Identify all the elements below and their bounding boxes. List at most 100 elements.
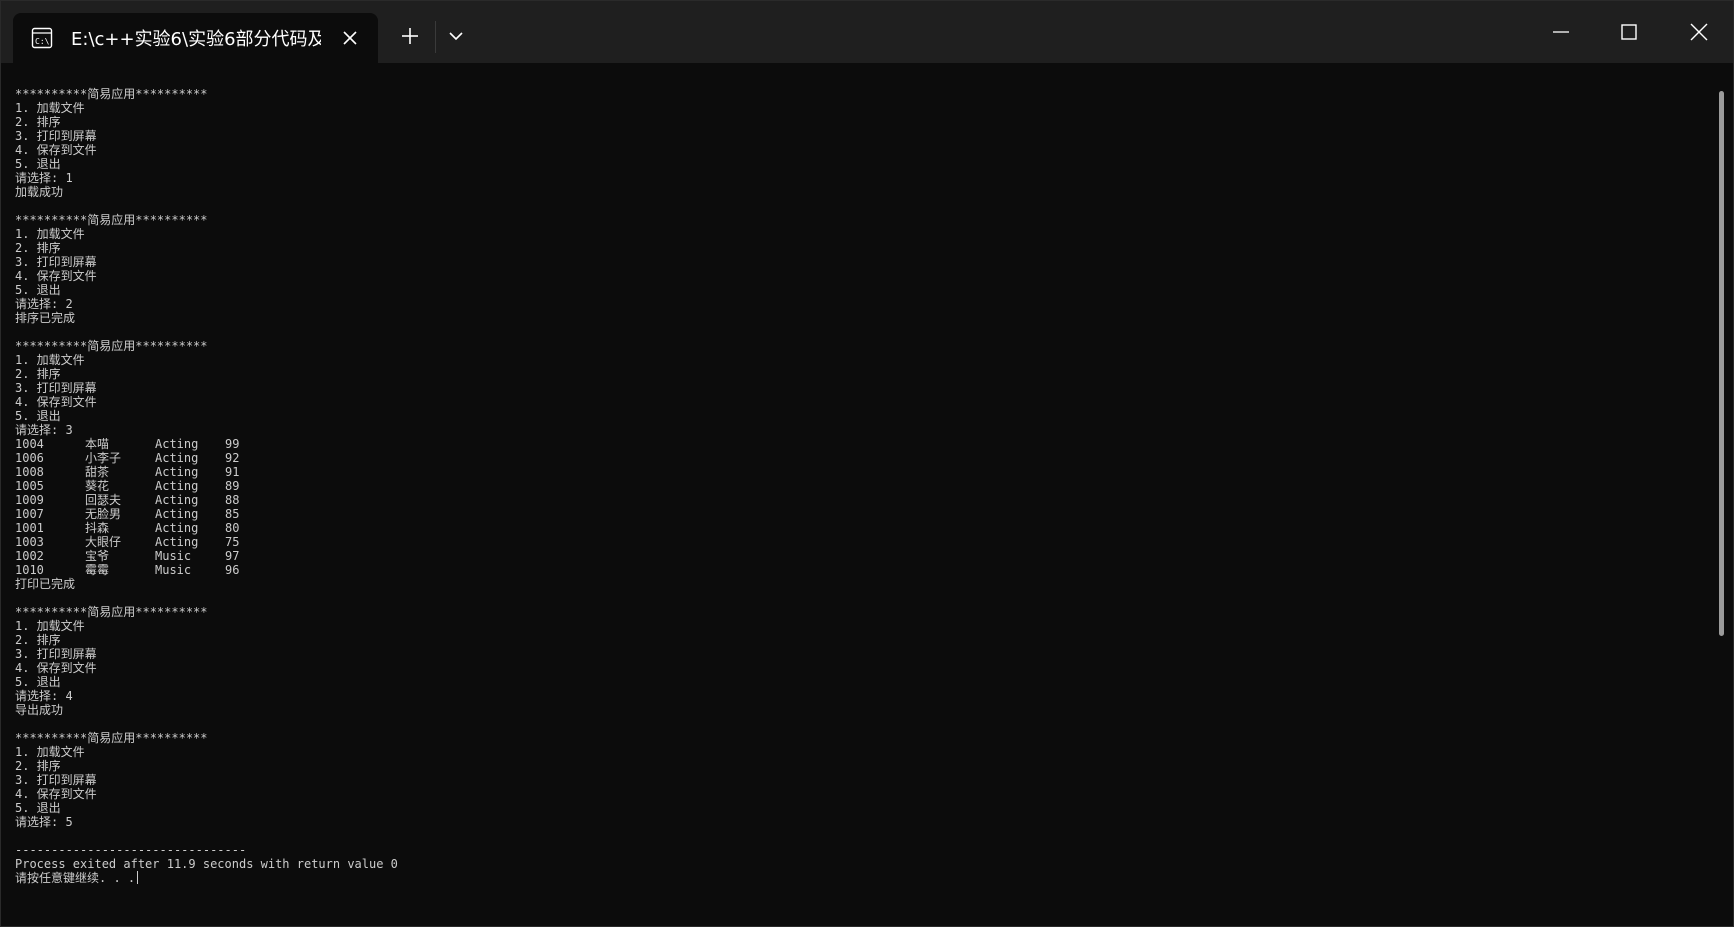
- menu-item: 2. 排序: [15, 759, 61, 773]
- console-output[interactable]: **********简易应用********** 1. 加载文件 2. 排序 3. 打…: [1, 63, 1717, 926]
- menu-item: 2. 排序: [15, 367, 61, 381]
- score: 99: [225, 437, 240, 451]
- course: Music: [155, 563, 192, 577]
- minimize-icon[interactable]: [1533, 11, 1589, 53]
- course: Acting: [155, 493, 199, 507]
- course: Acting: [155, 465, 199, 479]
- menu-item: 4. 保存到文件: [15, 787, 97, 801]
- menu-item: 5. 退出: [15, 801, 61, 815]
- menu-item: 2. 排序: [15, 241, 61, 255]
- student-id: 1005: [15, 479, 44, 493]
- student-id: 1009: [15, 493, 44, 507]
- table-row: 1001 抖森 Acting 80: [15, 521, 1717, 535]
- menu-item: 3. 打印到屏幕: [15, 773, 97, 787]
- result-message: 导出成功: [15, 703, 64, 717]
- menu-item: 1. 加载文件: [15, 353, 85, 367]
- student-name: 回瑟夫: [85, 493, 122, 507]
- table-row: 1009 回瑟夫 Acting 88: [15, 493, 1717, 507]
- menu-item: 4. 保存到文件: [15, 395, 97, 409]
- student-id: 1008: [15, 465, 44, 479]
- menu-item: 3. 打印到屏幕: [15, 647, 97, 661]
- menu-item: 1. 加载文件: [15, 619, 85, 633]
- student-name: 本喵: [85, 437, 110, 451]
- student-name: 小李子: [85, 451, 122, 465]
- course: Music: [155, 549, 192, 563]
- menu-header: **********简易应用**********: [15, 339, 208, 353]
- student-name: 无脸男: [85, 507, 122, 521]
- close-icon[interactable]: [1671, 11, 1727, 53]
- table-row: 1004 本喵 Acting 99: [15, 437, 1717, 451]
- menu-item: 3. 打印到屏幕: [15, 129, 97, 143]
- tab-title: E:\c++实验6\实验6部分代码及: [71, 29, 321, 50]
- close-tab-icon[interactable]: [338, 26, 362, 50]
- score: 92: [225, 451, 240, 465]
- menu-item: 5. 退出: [15, 283, 61, 297]
- table-row: 1005 葵花 Acting 89: [15, 479, 1717, 493]
- active-tab[interactable]: C:\ E:\c++实验6\实验6部分代码及: [13, 13, 378, 63]
- terminal-icon: C:\: [31, 27, 53, 49]
- menu-item: 1. 加载文件: [15, 745, 85, 759]
- menu-header: **********简易应用**********: [15, 213, 208, 227]
- menu-item: 5. 退出: [15, 157, 61, 171]
- title-bar: C:\ E:\c++实验6\实验6部分代码及: [1, 1, 1733, 63]
- student-id: 1004: [15, 437, 44, 451]
- result-message: 加载成功: [15, 185, 64, 199]
- menu-header: **********简易应用**********: [15, 731, 208, 745]
- table-row: 1006 小李子 Acting 92: [15, 451, 1717, 465]
- score: 91: [225, 465, 240, 479]
- menu-item: 5. 退出: [15, 409, 61, 423]
- menu-item: 2. 排序: [15, 115, 61, 129]
- menu-item: 4. 保存到文件: [15, 143, 97, 157]
- menu-item: 5. 退出: [15, 675, 61, 689]
- student-id: 1007: [15, 507, 44, 521]
- course: Acting: [155, 479, 199, 493]
- input-prompt: 请选择: 3: [15, 423, 73, 437]
- continue-prompt: 请按任意键继续. . .: [15, 871, 1717, 885]
- menu-item: 3. 打印到屏幕: [15, 381, 97, 395]
- menu-header: **********简易应用**********: [15, 87, 208, 101]
- result-message: 打印已完成: [15, 577, 76, 591]
- student-name: 霉霉: [85, 563, 110, 577]
- student-name: 抖森: [85, 521, 110, 535]
- table-row: 1003 大眼仔 Acting 75: [15, 535, 1717, 549]
- text-cursor: [137, 871, 139, 884]
- score: 88: [225, 493, 240, 507]
- table-row: 1010 霉霉 Music 96: [15, 563, 1717, 577]
- student-id: 1010: [15, 563, 44, 577]
- input-prompt: 请选择: 5: [15, 815, 73, 829]
- score: 85: [225, 507, 240, 521]
- score: 80: [225, 521, 240, 535]
- plus-icon[interactable]: [393, 19, 427, 53]
- input-prompt: 请选择: 1: [15, 171, 73, 185]
- student-name: 甜茶: [85, 465, 110, 479]
- student-id: 1001: [15, 521, 44, 535]
- course: Acting: [155, 521, 199, 535]
- course: Acting: [155, 451, 199, 465]
- exit-message: Process exited after 11.9 seconds with r…: [15, 857, 398, 871]
- maximize-icon[interactable]: [1601, 11, 1657, 53]
- table-row: 1007 无脸男 Acting 85: [15, 507, 1717, 521]
- student-id: 1006: [15, 451, 44, 465]
- menu-item: 2. 排序: [15, 633, 61, 647]
- course: Acting: [155, 507, 199, 521]
- chevron-down-icon[interactable]: [439, 19, 473, 53]
- score: 89: [225, 479, 240, 493]
- table-row: 1008 甜茶 Acting 91: [15, 465, 1717, 479]
- table-row: 1002 宝爷 Music 97: [15, 549, 1717, 563]
- score: 96: [225, 563, 240, 577]
- terminal-window: C:\ E:\c++实验6\实验6部分代码及 **********简易应用***…: [0, 0, 1734, 927]
- title-bar-separator: [435, 21, 436, 53]
- scrollbar-thumb[interactable]: [1719, 91, 1724, 636]
- input-prompt: 请选择: 2: [15, 297, 73, 311]
- menu-item: 3. 打印到屏幕: [15, 255, 97, 269]
- menu-item: 1. 加载文件: [15, 101, 85, 115]
- menu-item: 4. 保存到文件: [15, 661, 97, 675]
- student-name: 葵花: [85, 479, 110, 493]
- course: Acting: [155, 437, 199, 451]
- menu-header: **********简易应用**********: [15, 605, 208, 619]
